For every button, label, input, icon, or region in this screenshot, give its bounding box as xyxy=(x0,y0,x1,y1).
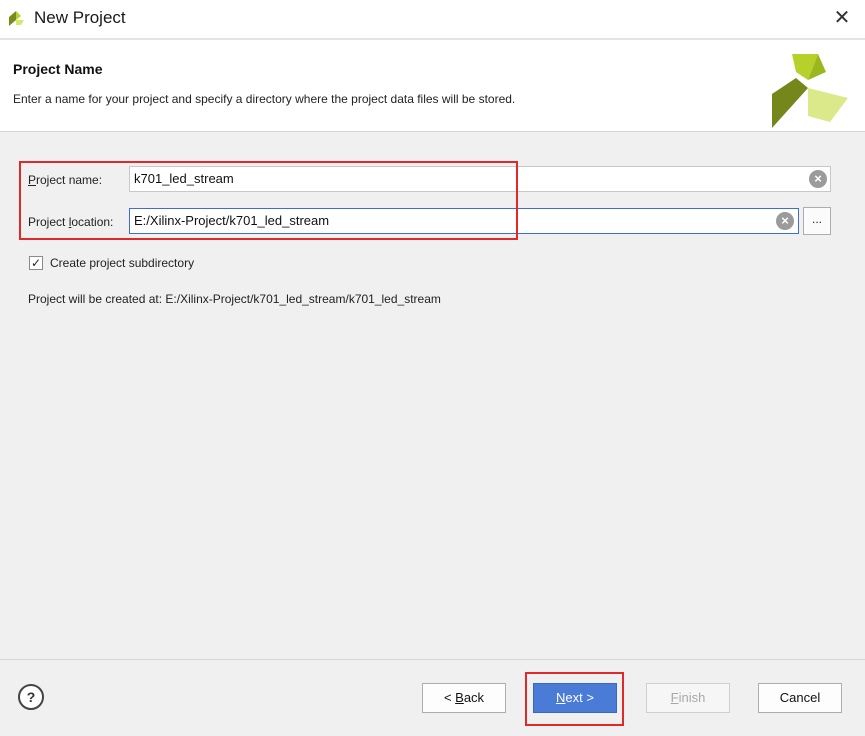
subdirectory-checkbox[interactable]: ✓ xyxy=(29,256,43,270)
window-title: New Project xyxy=(34,8,126,27)
xilinx-logo-icon xyxy=(772,54,848,128)
back-button[interactable]: < Back xyxy=(422,683,506,713)
app-logo-icon xyxy=(9,11,24,26)
finish-button[interactable]: Finish xyxy=(646,683,730,713)
created-at-text: Project will be created at: E:/Xilinx-Pr… xyxy=(28,292,441,306)
highlight-box-fields xyxy=(19,161,518,240)
clear-location-icon[interactable]: × xyxy=(776,212,794,230)
page-title: Project Name xyxy=(13,61,103,77)
highlight-box-next xyxy=(525,672,624,726)
wizard-header xyxy=(0,40,865,132)
browse-button[interactable]: ... xyxy=(803,207,831,235)
page-description: Enter a name for your project and specif… xyxy=(13,92,516,106)
subdirectory-label: Create project subdirectory xyxy=(50,256,195,270)
checkmark-icon: ✓ xyxy=(30,256,42,270)
title-bar xyxy=(0,0,865,38)
cancel-button[interactable]: Cancel xyxy=(758,683,842,713)
clear-name-icon[interactable]: × xyxy=(809,170,827,188)
close-icon[interactable]: ✕ xyxy=(828,5,856,31)
help-button[interactable]: ? xyxy=(18,684,44,710)
